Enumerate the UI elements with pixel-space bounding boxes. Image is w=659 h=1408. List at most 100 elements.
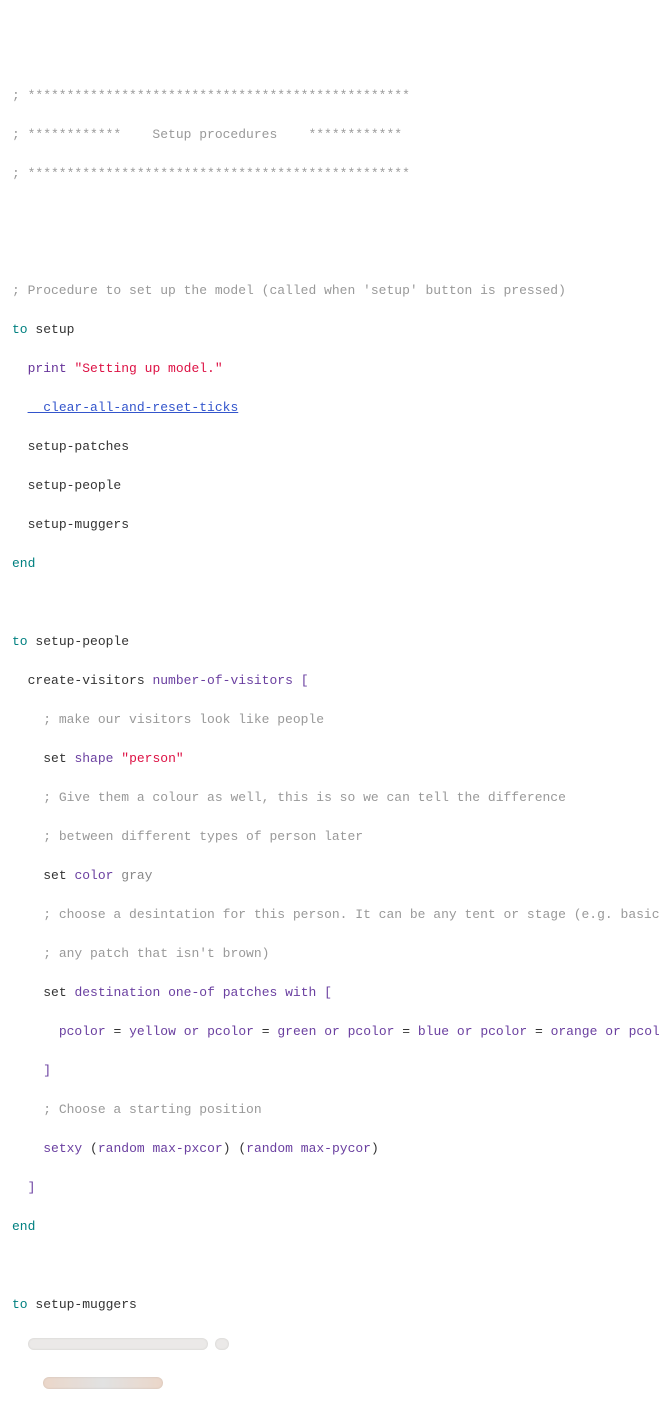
- code-line: pcolor = yellow or pcolor = green or pco…: [12, 1022, 647, 1042]
- code-line: to setup: [12, 320, 647, 340]
- variable: max-pxcor: [152, 1141, 222, 1156]
- code-line: set shape "person": [12, 749, 647, 769]
- keyword-to: to: [12, 1297, 28, 1312]
- keyword-or: or: [324, 1024, 340, 1039]
- variable: pcolor: [207, 1024, 254, 1039]
- comment: ; choose a desintation for this person. …: [43, 907, 659, 922]
- variable: patches: [223, 985, 278, 1000]
- bracket: ]: [43, 1063, 51, 1078]
- comment: ; any patch that isn't brown): [43, 946, 269, 961]
- value: orange: [551, 1024, 598, 1039]
- code-line: print "Setting up model.": [12, 359, 647, 379]
- code-line: ; ************ Setup procedures ********…: [12, 125, 647, 145]
- code-line: setup-patches: [12, 437, 647, 457]
- code-line: create-visitors number-of-visitors [: [12, 671, 647, 691]
- variable: destination: [74, 985, 160, 1000]
- call: setup-muggers: [28, 517, 129, 532]
- code-line: ]: [12, 1061, 647, 1081]
- comment: ; make our visitors look like people: [43, 712, 324, 727]
- redacted-line: [12, 1334, 647, 1354]
- code-line: ]: [12, 1178, 647, 1198]
- code-line: ; any patch that isn't brown): [12, 944, 647, 964]
- string: "person": [121, 751, 183, 766]
- call: setup-people: [28, 478, 122, 493]
- variable: number-of-visitors: [152, 673, 292, 688]
- func: one-of: [168, 985, 215, 1000]
- comment: ; Choose a starting position: [43, 1102, 261, 1117]
- bracket: [: [324, 985, 332, 1000]
- comment: ; Give them a colour as well, this is so…: [43, 790, 566, 805]
- variable: pcolor: [629, 1024, 659, 1039]
- redacted-text: [28, 1338, 208, 1350]
- blank-line: [12, 242, 647, 262]
- paren: (: [90, 1141, 98, 1156]
- code-line: setxy (random max-pxcor) (random max-pyc…: [12, 1139, 647, 1159]
- comment: ; between different types of person late…: [43, 829, 363, 844]
- eq: =: [402, 1024, 410, 1039]
- comment: ; **************************************…: [12, 88, 410, 103]
- code-line: to setup-muggers: [12, 1295, 647, 1315]
- comment: ; ************ Setup procedures ********…: [12, 127, 402, 142]
- keyword-with: with: [285, 985, 316, 1000]
- variable: pcolor: [480, 1024, 527, 1039]
- code-line: ; between different types of person late…: [12, 827, 647, 847]
- clear-call: __clear-all-and-reset-ticks: [28, 400, 239, 415]
- code-line: end: [12, 1217, 647, 1237]
- redacted-text: [43, 1377, 163, 1389]
- code-line: setup-people: [12, 476, 647, 496]
- comment: ; Procedure to set up the model (called …: [12, 283, 566, 298]
- blank-line: [12, 1256, 647, 1276]
- keyword-or: or: [457, 1024, 473, 1039]
- code-line: __clear-all-and-reset-ticks: [12, 398, 647, 418]
- bracket: ]: [28, 1180, 36, 1195]
- code-line: end: [12, 554, 647, 574]
- call: create-visitors: [28, 673, 145, 688]
- variable: pcolor: [59, 1024, 106, 1039]
- code-line: ; **************************************…: [12, 164, 647, 184]
- code-line: ; Procedure to set up the model (called …: [12, 281, 647, 301]
- proc-name: setup-people: [35, 634, 129, 649]
- code-line: ; choose a desintation for this person. …: [12, 905, 647, 925]
- variable: pcolor: [348, 1024, 395, 1039]
- variable: shape: [74, 751, 113, 766]
- redacted-line: [12, 1373, 647, 1393]
- value: green: [277, 1024, 316, 1039]
- blank-line: [12, 593, 647, 613]
- bracket: [: [301, 673, 309, 688]
- value: gray: [121, 868, 152, 883]
- value: yellow: [129, 1024, 176, 1039]
- keyword-end: end: [12, 556, 35, 571]
- code-line: setup-muggers: [12, 515, 647, 535]
- eq: =: [262, 1024, 270, 1039]
- keyword-print: print: [28, 361, 67, 376]
- proc-name: setup-muggers: [35, 1297, 136, 1312]
- code-line: ; **************************************…: [12, 86, 647, 106]
- keyword-set: set: [43, 751, 66, 766]
- keyword-set: set: [43, 868, 66, 883]
- keyword-end: end: [12, 1219, 35, 1234]
- eq: =: [113, 1024, 121, 1039]
- redacted-text: [215, 1338, 229, 1350]
- call: setup-patches: [28, 439, 129, 454]
- keyword-to: to: [12, 634, 28, 649]
- func: setxy: [43, 1141, 82, 1156]
- proc-name: setup: [35, 322, 74, 337]
- paren: ): [223, 1141, 231, 1156]
- keyword-or: or: [605, 1024, 621, 1039]
- code-line: to setup-people: [12, 632, 647, 652]
- eq: =: [535, 1024, 543, 1039]
- code-line: ; make our visitors look like people: [12, 710, 647, 730]
- paren: (: [238, 1141, 246, 1156]
- code-line: set color gray: [12, 866, 647, 886]
- paren: ): [371, 1141, 379, 1156]
- code-line: set destination one-of patches with [: [12, 983, 647, 1003]
- func: random: [246, 1141, 293, 1156]
- keyword-set: set: [43, 985, 66, 1000]
- string: "Setting up model.": [74, 361, 222, 376]
- func: random: [98, 1141, 145, 1156]
- keyword-or: or: [184, 1024, 200, 1039]
- keyword-to: to: [12, 322, 28, 337]
- code-line: ; Choose a starting position: [12, 1100, 647, 1120]
- variable: max-pycor: [301, 1141, 371, 1156]
- variable: color: [74, 868, 113, 883]
